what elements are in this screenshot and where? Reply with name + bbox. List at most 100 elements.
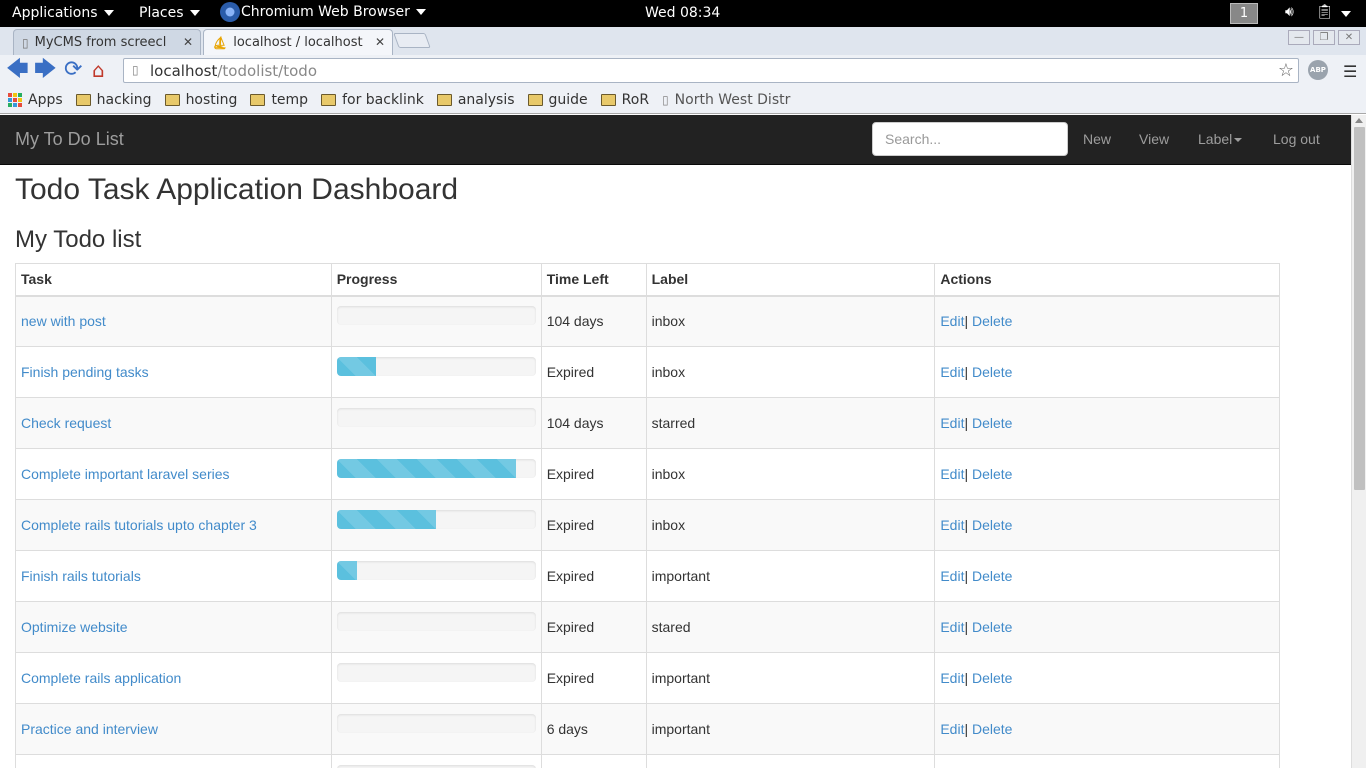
chevron-down-icon — [1234, 138, 1243, 143]
forward-arrow-icon[interactable]: 🡆︎ — [34, 59, 57, 81]
nav-logout-link[interactable]: Log out — [1273, 131, 1320, 147]
task-link[interactable]: Complete rails tutorials upto chapter 3 — [21, 517, 257, 533]
delete-link[interactable]: Delete — [972, 568, 1012, 584]
delete-link[interactable]: Delete — [972, 466, 1012, 482]
adblock-plus-icon[interactable]: ABP — [1308, 60, 1328, 80]
edit-link[interactable]: Edit — [940, 364, 964, 380]
task-link[interactable]: new with post — [21, 313, 106, 329]
brand-link[interactable]: My To Do List — [15, 129, 124, 150]
bookmark-north-west[interactable]: ▯ North West Distr — [662, 92, 790, 108]
bookmark-hosting[interactable]: hosting — [164, 92, 237, 108]
header-actions: Actions — [934, 263, 1280, 297]
hamburger-menu-icon[interactable]: ☰ — [1343, 62, 1357, 81]
action-separator: | — [964, 364, 969, 380]
table-row: new with post 104 days inbox Edit| Delete — [15, 295, 1280, 347]
time-left-cell: 104 days — [540, 397, 647, 449]
minimize-button[interactable]: — — [1288, 30, 1310, 45]
places-menu[interactable]: Places — [139, 5, 200, 21]
task-link[interactable]: Finish rails tutorials — [21, 568, 141, 584]
bookmark-ror[interactable]: RoR — [600, 92, 649, 108]
bookmark-label: hacking — [96, 92, 152, 108]
close-icon[interactable]: ✕ — [183, 35, 193, 49]
chevron-down-icon[interactable] — [1341, 11, 1351, 17]
bookmark-star-icon[interactable]: ☆ — [1278, 60, 1294, 81]
scroll-up-icon[interactable] — [1355, 118, 1363, 123]
task-cell: Complete rails tutorials upto chapter 3 — [15, 499, 332, 551]
back-arrow-icon[interactable]: 🡄︎ — [6, 59, 29, 81]
task-link[interactable]: Check request — [21, 415, 111, 431]
bookmark-hacking[interactable]: hacking — [75, 92, 152, 108]
delete-link[interactable]: Delete — [972, 670, 1012, 686]
nav-new-link[interactable]: New — [1083, 131, 1111, 147]
search-input[interactable] — [872, 122, 1068, 156]
clock-label: Wed 08:34 — [645, 5, 721, 21]
task-link[interactable]: Complete rails application — [21, 670, 181, 686]
workspace-indicator[interactable]: 1 — [1230, 3, 1258, 24]
close-icon[interactable]: ✕ — [375, 35, 385, 49]
table-row: Finish rails tutorials Expired important Ed… — [15, 550, 1280, 602]
close-window-button[interactable]: ✕ — [1338, 30, 1360, 45]
edit-link[interactable]: Edit — [940, 721, 964, 737]
nav-label-dropdown[interactable]: Label — [1198, 131, 1243, 147]
delete-link[interactable]: Delete — [972, 721, 1012, 737]
task-link[interactable]: Practice and interview — [21, 721, 158, 737]
progress-bar — [336, 611, 536, 631]
page-icon: ▯ — [132, 63, 139, 77]
bookmark-temp[interactable]: temp — [250, 92, 308, 108]
task-link[interactable]: Optimize website — [21, 619, 128, 635]
time-left-cell: 104 days — [540, 295, 647, 347]
page-scrollbar[interactable] — [1351, 115, 1366, 768]
progress-bar — [336, 407, 536, 427]
task-cell: Optimize website — [15, 601, 332, 653]
browser-chrome: ▯ MyCMS from screecl ✕ ⛵︎ localhost / lo… — [0, 27, 1366, 114]
address-bar[interactable]: ▯ localhost/todolist/todo ☆ — [123, 58, 1299, 83]
bookmark-apps[interactable]: Apps — [8, 92, 63, 108]
edit-link[interactable]: Edit — [940, 466, 964, 482]
progress-cell — [330, 397, 542, 449]
tab-strip: ▯ MyCMS from screecl ✕ ⛵︎ localhost / lo… — [0, 27, 1366, 55]
tab-localhost[interactable]: ⛵︎ localhost / localhost ✕ — [203, 29, 393, 55]
edit-link[interactable]: Edit — [940, 568, 964, 584]
delete-link[interactable]: Delete — [972, 313, 1012, 329]
applications-menu[interactable]: Applications — [12, 5, 114, 21]
actions-cell: Edit| Delete — [934, 397, 1280, 449]
reload-icon[interactable]: ⟳ — [64, 59, 82, 81]
delete-link[interactable]: Delete — [972, 364, 1012, 380]
actions-cell: Edit| Delete — [934, 346, 1280, 398]
clock[interactable]: Wed 08:34 — [645, 5, 720, 21]
delete-link[interactable]: Delete — [972, 415, 1012, 431]
actions-cell: Edit| Delete — [934, 448, 1280, 500]
delete-link[interactable]: Delete — [972, 619, 1012, 635]
clipboard-icon[interactable]: 📋︎ — [1316, 4, 1334, 20]
bookmark-guide[interactable]: guide — [527, 92, 588, 108]
home-icon[interactable]: ⌂ — [92, 59, 105, 81]
bookmark-label: Apps — [28, 92, 63, 108]
edit-link[interactable]: Edit — [940, 619, 964, 635]
table-row — [15, 754, 1280, 768]
new-tab-button[interactable] — [393, 33, 431, 48]
app-menu[interactable]: Chromium Web Browser — [219, 1, 426, 23]
task-link[interactable]: Complete important laravel series — [21, 466, 230, 482]
tab-mycms[interactable]: ▯ MyCMS from screecl ✕ — [13, 29, 201, 55]
volume-icon[interactable]: 🔊︎ — [1285, 4, 1294, 20]
edit-link[interactable]: Edit — [940, 415, 964, 431]
bookmark-for-backlink[interactable]: for backlink — [321, 92, 424, 108]
label-cell: important — [645, 550, 936, 602]
delete-link[interactable]: Delete — [972, 517, 1012, 533]
edit-link[interactable]: Edit — [940, 313, 964, 329]
edit-link[interactable]: Edit — [940, 517, 964, 533]
nav-view-link[interactable]: View — [1139, 131, 1169, 147]
task-cell: new with post — [15, 295, 332, 347]
header-label: Label — [645, 263, 936, 297]
table-row: Finish pending tasks Expired inbox Edit| De… — [15, 346, 1280, 398]
time-left-cell: Expired — [540, 448, 647, 500]
actions-cell: Edit| Delete — [934, 601, 1280, 653]
bookmark-analysis[interactable]: analysis — [436, 92, 515, 108]
maximize-button[interactable]: ❐ — [1313, 30, 1335, 45]
folder-icon — [250, 94, 266, 106]
task-link[interactable]: Finish pending tasks — [21, 364, 149, 380]
time-left-cell: Expired — [540, 601, 647, 653]
edit-link[interactable]: Edit — [940, 670, 964, 686]
scrollbar-thumb[interactable] — [1354, 127, 1365, 490]
header-time-left: Time Left — [540, 263, 647, 297]
